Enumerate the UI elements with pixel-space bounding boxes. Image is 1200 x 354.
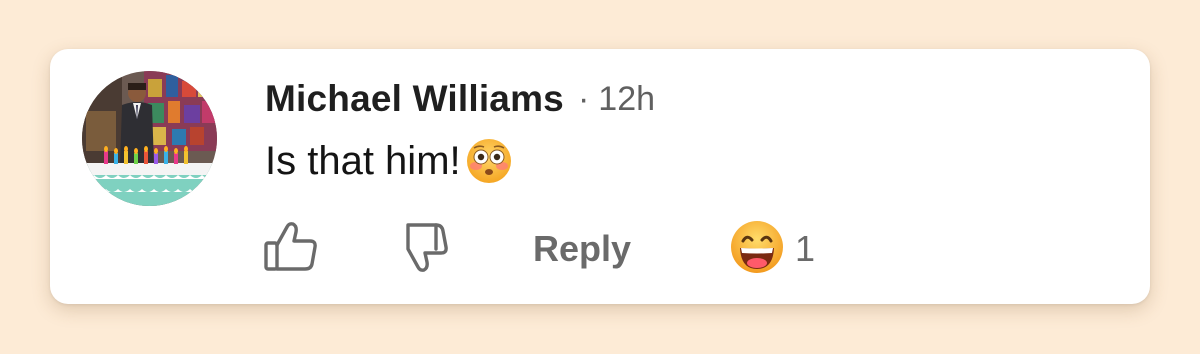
comment-text: Is that him!: [265, 138, 461, 183]
reply-label: Reply: [533, 228, 632, 269]
comment-header: Michael Williams · 12h: [265, 77, 655, 121]
comment-actions: Reply 1: [263, 219, 863, 280]
avatar-photo: [82, 71, 217, 206]
author-name[interactable]: Michael Williams: [265, 78, 564, 120]
timestamp[interactable]: 12h: [598, 80, 655, 119]
avatar[interactable]: [82, 71, 217, 206]
reply-button[interactable]: Reply: [533, 221, 631, 277]
thumbs-down-icon: [398, 221, 454, 278]
flushed-face-icon: [464, 136, 514, 186]
header-separator: ·: [577, 79, 590, 118]
dislike-button[interactable]: [398, 221, 456, 277]
reaction-summary[interactable]: 1: [729, 219, 816, 280]
thumbs-up-icon: [263, 221, 319, 278]
comment-body: Is that him!: [265, 135, 514, 187]
reaction-count: 1: [795, 228, 816, 269]
like-button[interactable]: [263, 221, 321, 277]
grinning-face-icon: [729, 219, 785, 280]
comment-card: Michael Williams · 12h Is that him! Repl…: [50, 49, 1150, 304]
